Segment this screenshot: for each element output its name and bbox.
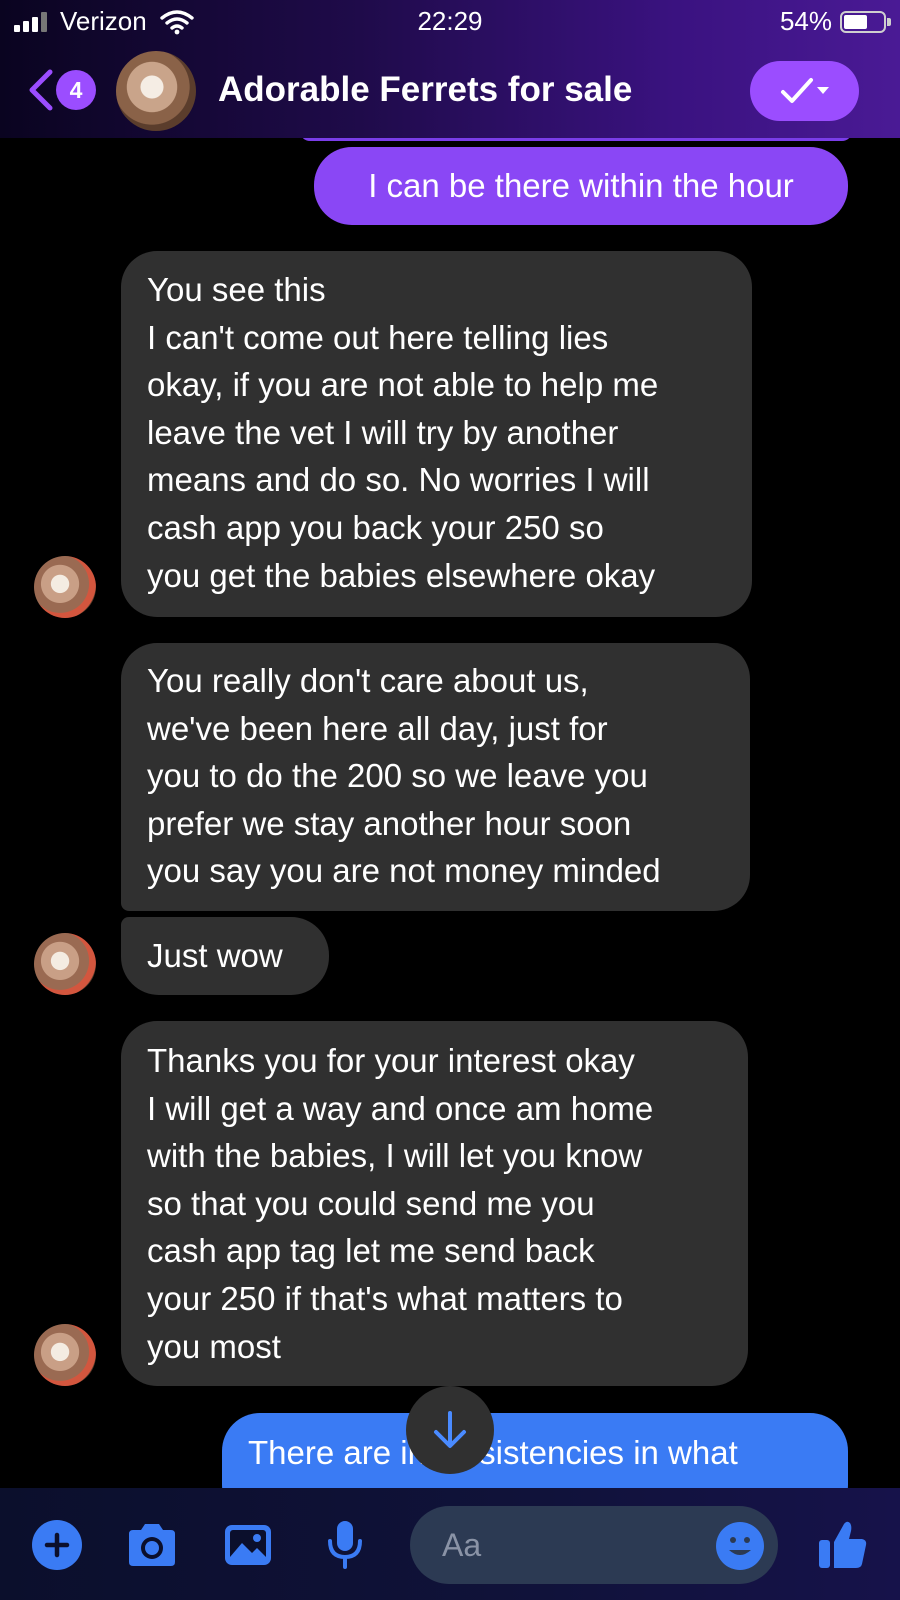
arrow-down-icon (434, 1411, 466, 1448)
gallery-button[interactable] (219, 1516, 277, 1574)
photo-icon (225, 1525, 271, 1565)
mark-done-button[interactable] (750, 61, 859, 121)
sender-avatar[interactable] (34, 933, 96, 995)
voice-message-button[interactable] (316, 1516, 374, 1574)
thumbs-up-icon (819, 1521, 867, 1568)
like-button[interactable] (814, 1516, 872, 1574)
camera-icon (129, 1524, 175, 1566)
battery-icon (840, 11, 891, 33)
message-incoming[interactable]: You really don't care about us, we've be… (121, 643, 750, 911)
message-incoming[interactable]: Thanks you for your interest okay I will… (121, 1021, 748, 1386)
microphone-icon (328, 1521, 362, 1569)
message-input[interactable] (442, 1506, 692, 1584)
message-outgoing[interactable]: I can be there within the hour (314, 147, 848, 225)
sender-avatar[interactable] (34, 1324, 96, 1386)
status-bar: Verizon 22:29 54% (0, 0, 900, 46)
chat-title[interactable]: Adorable Ferrets for sale (218, 70, 632, 110)
unread-count-badge[interactable]: 4 (56, 70, 96, 110)
plus-icon (32, 1520, 82, 1570)
scroll-to-bottom-button[interactable] (406, 1386, 494, 1474)
message-input-container[interactable] (410, 1506, 778, 1584)
chevron-left-icon (29, 69, 53, 111)
battery-percent: 54% (779, 6, 832, 36)
emoji-icon[interactable] (716, 1522, 764, 1570)
camera-button[interactable] (123, 1516, 181, 1574)
conversation-header: Verizon 22:29 54% 4 Adorable Ferrets for… (0, 0, 900, 138)
checkmark-icon (780, 78, 813, 103)
message-incoming[interactable]: Just wow (121, 917, 329, 995)
contact-avatar[interactable] (116, 51, 196, 131)
more-actions-button[interactable] (28, 1516, 86, 1574)
status-time: 22:29 (417, 6, 483, 36)
sender-avatar[interactable] (34, 556, 96, 618)
message-incoming[interactable]: You see this I can't come out here telli… (121, 251, 752, 617)
chevron-down-icon (816, 87, 829, 94)
